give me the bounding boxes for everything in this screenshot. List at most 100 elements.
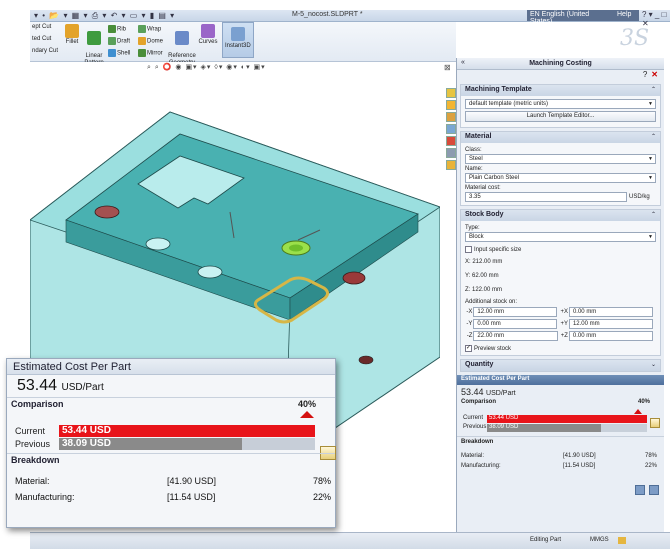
machining-costing-panel: « Machining Costing ? ✕ Machining Templat… xyxy=(456,58,664,532)
collapse-caret-icon[interactable]: ⌃ xyxy=(651,86,656,93)
checkbox-label: Preview stock xyxy=(474,346,512,353)
class-select[interactable]: Steel ▼ xyxy=(465,154,656,164)
material-name-select[interactable]: Plain Carbon Steel ▼ xyxy=(465,173,656,183)
group-title: Material xyxy=(465,133,492,140)
home-icon[interactable] xyxy=(446,88,456,98)
dome-button[interactable]: Dome xyxy=(138,37,163,45)
group-header[interactable]: Quantity ⌄ xyxy=(461,360,660,372)
overlay-breakdown: Breakdown Material: [41.90 USD] 78% Manu… xyxy=(7,453,335,513)
folder-icon[interactable] xyxy=(446,112,456,122)
wrap-button[interactable]: Wrap xyxy=(138,25,161,33)
previous-label: Previous xyxy=(463,424,487,431)
preview-stock-checkbox[interactable]: ✓ Preview stock xyxy=(465,345,656,352)
previous-cost-bar: 38.09 USD xyxy=(487,424,602,433)
report-icon[interactable] xyxy=(649,485,659,496)
curves-button[interactable]: Curves xyxy=(198,24,218,45)
status-units[interactable]: MMGS xyxy=(590,537,609,543)
checkbox-icon[interactable] xyxy=(465,246,472,253)
material-group: Material ⌃ Class: Steel ▼ Name: Plain Carb… xyxy=(460,131,661,206)
help-icon[interactable]: ? xyxy=(643,70,647,79)
launch-template-editor-button[interactable]: Launch Template Editor... xyxy=(465,111,656,122)
library-icon[interactable] xyxy=(446,100,456,110)
dropdown-arrow-icon: ▼ xyxy=(648,175,653,181)
group-header[interactable]: Machining Template ⌃ xyxy=(461,85,660,96)
costing-icon[interactable] xyxy=(446,160,456,170)
machining-template-group: Machining Template ⌃ default template (me… xyxy=(460,84,661,128)
linear-pattern-button[interactable]: Linear Pattern xyxy=(82,24,106,67)
shell-button[interactable]: Shell xyxy=(108,49,130,57)
stock-neg-y-input[interactable]: 0.00 mm xyxy=(473,319,558,330)
shell-icon xyxy=(108,49,116,57)
stock-neg-z-input[interactable]: 22.00 mm xyxy=(473,331,558,342)
breakdown-label: Breakdown xyxy=(457,436,664,447)
collapse-icon[interactable]: « xyxy=(461,59,465,66)
group-title: Machining Template xyxy=(465,86,532,93)
class-label: Class: xyxy=(465,147,482,153)
stock-neg-x-input[interactable]: 12.00 mm xyxy=(473,307,558,318)
group-header[interactable]: Material ⌃ xyxy=(461,132,660,143)
comparison-percent: 40% xyxy=(637,399,650,406)
view-palette-icon[interactable] xyxy=(446,124,456,134)
name-label: Name: xyxy=(465,166,483,172)
manufacturing-cost: [11.54 USD] xyxy=(563,463,596,470)
stock-pos-z-input[interactable]: 0.00 mm xyxy=(568,331,653,342)
fillet-label: Fillet xyxy=(65,39,79,45)
units-dropdown-icon[interactable] xyxy=(618,537,626,544)
overlay-material-percent: 78% xyxy=(313,476,332,486)
instant3d-button[interactable]: Instant3D xyxy=(222,22,254,58)
close-icon[interactable]: ✕ xyxy=(651,70,658,79)
mirror-button[interactable]: Mirror xyxy=(138,49,163,57)
stock-pos-y-input[interactable]: 12.00 mm xyxy=(568,319,653,330)
rib-button[interactable]: Rib xyxy=(108,25,126,33)
template-value: default template (metric units) xyxy=(469,101,549,107)
stock-type-select[interactable]: Block ▼ xyxy=(465,232,656,242)
group-header[interactable]: Stock Body ⌃ xyxy=(461,210,660,221)
panel-current-bar-row: Current 53.44 USD xyxy=(457,415,664,424)
fillet-button[interactable]: Fillet xyxy=(64,24,80,45)
quick-access-toolbar[interactable]: ▾ • 📂 ▾ ▦ ▾ ⎙ ▾ ↶ ▾ ▭ ▾ ▮ ▤ ▾ xyxy=(34,11,175,21)
lock-icon[interactable] xyxy=(650,418,660,429)
heads-up-view-toolbar[interactable]: ⌕ ⌕ ⭕ ◉ ▣▾ ◈▾ ◊▾ ◉▾ ◐▾ ▣▾ xyxy=(147,63,266,72)
ribbon-item-lofted-cut[interactable]: ted Cut xyxy=(32,36,51,42)
material-cost-unit: USD/kg xyxy=(629,194,650,200)
save-icon[interactable] xyxy=(635,485,645,496)
input-specific-size-checkbox[interactable]: Input specific size xyxy=(465,246,656,253)
ribbon-item-boundary-cut[interactable]: ndary Cut xyxy=(32,48,58,54)
quantity-group: Quantity ⌄ xyxy=(460,359,661,373)
collapse-caret-icon[interactable]: ⌃ xyxy=(651,133,656,140)
reference-geometry-icon xyxy=(175,31,189,45)
material-cost-input[interactable]: 3.35 xyxy=(465,192,627,202)
overlay-current-bar: 53.44 USD xyxy=(59,425,315,437)
manufacturing-label: Manufacturing: xyxy=(461,463,501,470)
draft-button[interactable]: Draft xyxy=(108,37,130,45)
axis-label: +Z xyxy=(560,333,568,340)
language-indicator[interactable]: EN English (United States) xyxy=(527,10,615,25)
template-select[interactable]: default template (metric units) ▼ xyxy=(465,99,656,109)
reference-geometry-button[interactable]: Reference Geometry xyxy=(168,24,196,67)
overlay-previous-label: Previous xyxy=(15,439,51,449)
linear-pattern-icon xyxy=(87,31,101,45)
task-pane-tabs[interactable] xyxy=(446,88,456,172)
hole xyxy=(94,205,120,219)
help-menu[interactable]: Help xyxy=(615,10,639,21)
comparison-label: Comparison xyxy=(461,399,497,406)
close-icon[interactable]: ⊠ xyxy=(444,63,451,72)
panel-cost-value: 53.44 USD/Part xyxy=(457,385,664,399)
dome-icon xyxy=(138,37,146,45)
checkbox-checked-icon[interactable]: ✓ xyxy=(465,345,472,353)
manufacturing-percent: 22% xyxy=(645,463,658,470)
wrap-label: Wrap xyxy=(147,26,162,33)
hole xyxy=(342,271,366,285)
stock-pos-x-input[interactable]: 0.00 mm xyxy=(568,307,653,318)
appearance-icon[interactable] xyxy=(446,136,456,146)
collapse-caret-icon[interactable]: ⌃ xyxy=(651,211,656,218)
instant3d-icon xyxy=(231,27,245,41)
checkbox-label: Input specific size xyxy=(474,247,522,254)
panel-controls: ? ✕ xyxy=(457,70,664,82)
custom-properties-icon[interactable] xyxy=(446,148,456,158)
ribbon-item-swept-cut[interactable]: ept Cut xyxy=(32,24,51,30)
expand-caret-icon[interactable]: ⌄ xyxy=(651,361,656,368)
solidworks-window: ▾ • 📂 ▾ ▦ ▾ ⎙ ▾ ↶ ▾ ▭ ▾ ▮ ▤ ▾ M-5_nocost… xyxy=(0,0,670,549)
ribbon: ept Cut ted Cut ndary Cut Fillet Linear … xyxy=(30,22,456,66)
overlay-material-label: Material: xyxy=(15,476,50,486)
